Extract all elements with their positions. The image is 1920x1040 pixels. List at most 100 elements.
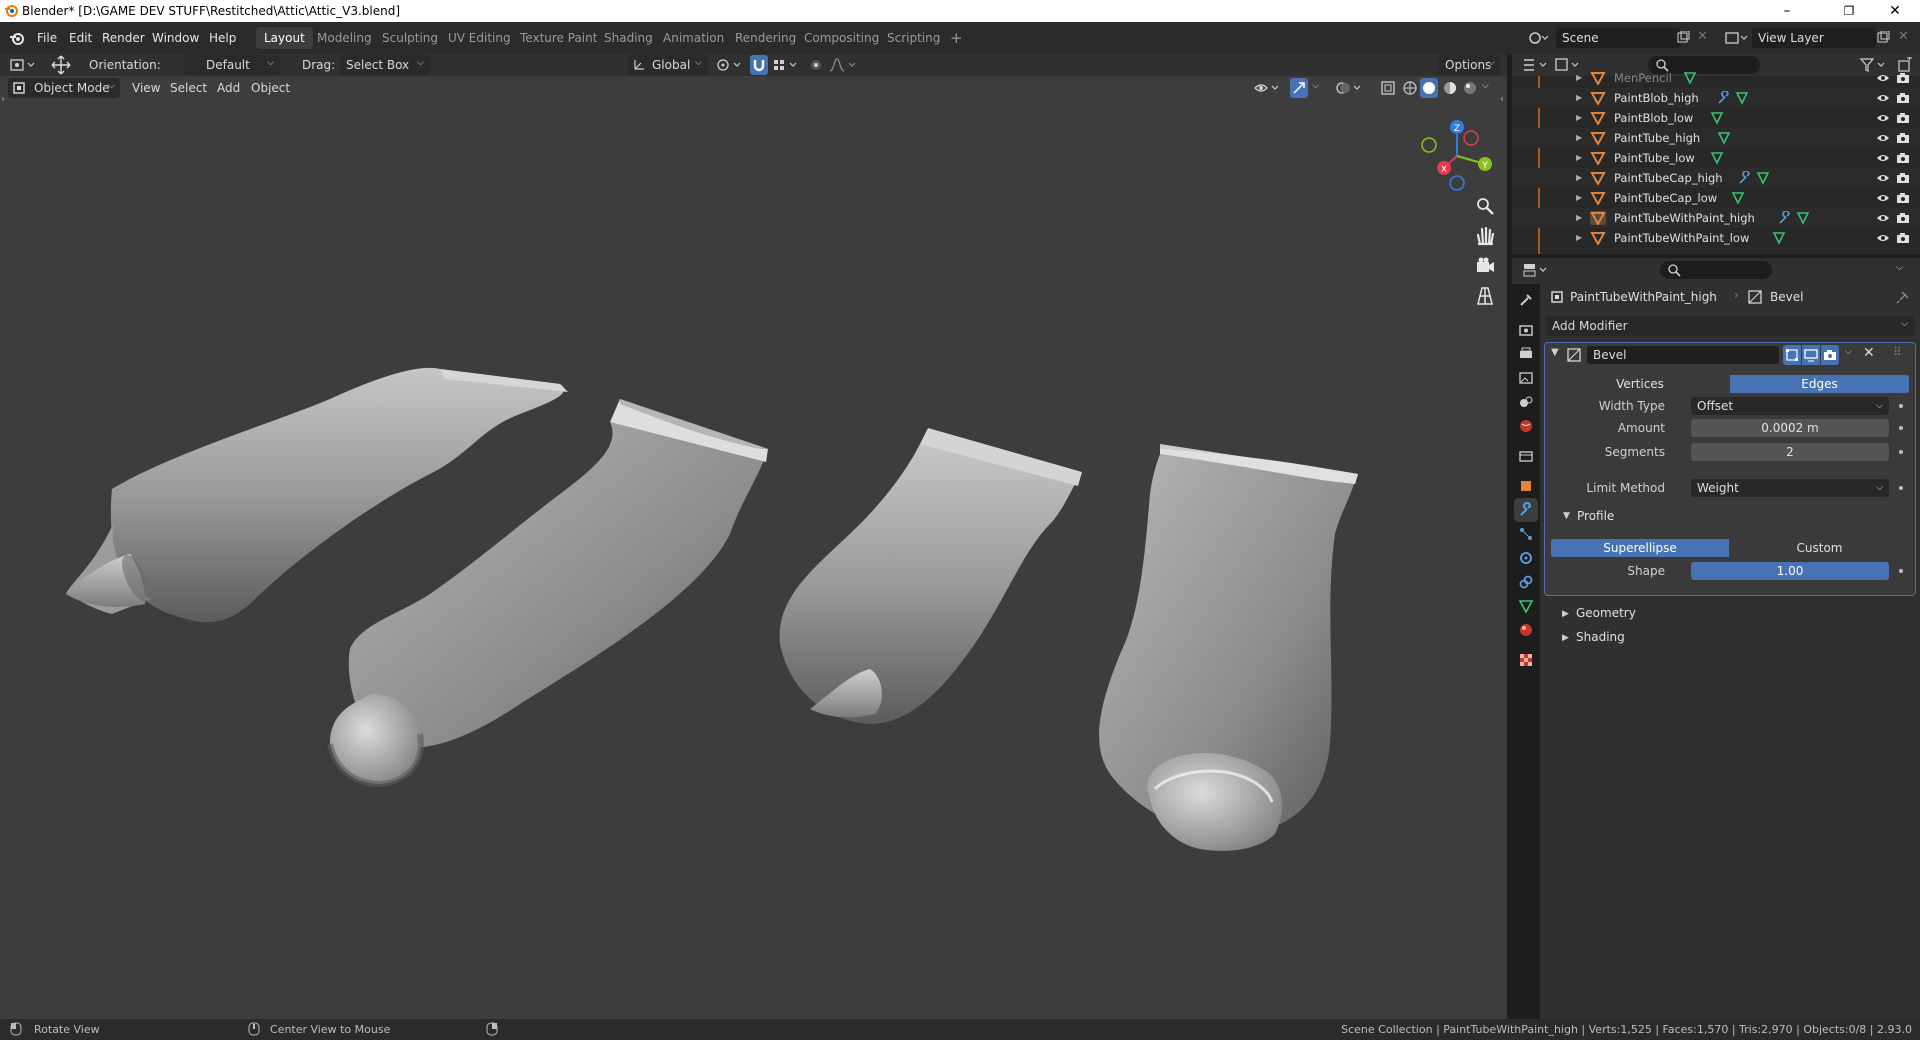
profile-superellipse-button[interactable]: Superellipse	[1551, 539, 1729, 557]
wrench-icon[interactable]	[1738, 170, 1752, 185]
mesh-painttube-3[interactable]	[779, 428, 1082, 724]
outliner-row[interactable]: ▶ MenPencil	[1512, 68, 1920, 88]
render-camera-icon[interactable]	[1896, 171, 1910, 185]
shape-slider[interactable]: 1.00	[1691, 562, 1889, 580]
remove-modifier-icon[interactable]: ✕	[1863, 345, 1875, 361]
scene-selector-icon[interactable]	[1528, 30, 1552, 46]
amount-field[interactable]: 0.0002 m	[1691, 419, 1889, 437]
tab-scripting[interactable]: Scripting	[879, 27, 948, 49]
drag-handle-icon[interactable]: ⠿	[1893, 345, 1902, 359]
tab-modifiers[interactable]	[1514, 498, 1538, 522]
expand-arrow-icon[interactable]: ▶	[1576, 208, 1582, 228]
menu-edit[interactable]: Edit	[64, 29, 97, 47]
affect-edges-button[interactable]: Edges	[1730, 375, 1909, 393]
keyframe-dot[interactable]	[1899, 404, 1903, 408]
tab-texture[interactable]	[1514, 648, 1538, 672]
collapse-arrow-icon[interactable]: ▼	[1551, 347, 1559, 358]
eye-icon[interactable]	[1876, 232, 1890, 244]
render-toggle[interactable]	[1821, 345, 1839, 365]
keyframe-dot[interactable]	[1899, 486, 1903, 490]
view-layer-selector-icon[interactable]	[1724, 30, 1750, 46]
expand-arrow-icon[interactable]: ▶	[1576, 188, 1582, 208]
segments-field[interactable]: 2	[1691, 443, 1889, 461]
view-layer-field[interactable]: View Layer	[1752, 28, 1876, 48]
tab-scene[interactable]	[1514, 390, 1538, 414]
chevron-down-icon[interactable]: ⌵	[1896, 263, 1903, 273]
mesh-data-icon[interactable]	[1683, 71, 1697, 85]
keyframe-dot[interactable]	[1899, 426, 1903, 430]
eye-icon[interactable]	[1876, 72, 1890, 84]
geometry-expand-icon[interactable]: ▶	[1562, 609, 1569, 619]
3d-viewport[interactable]: Orientation: Default ⌵ Drag: Select Box …	[0, 54, 1507, 1019]
mesh-data-icon[interactable]	[1710, 151, 1724, 165]
tab-rendering[interactable]: Rendering	[727, 27, 804, 49]
new-view-layer-icon[interactable]	[1876, 31, 1890, 45]
render-camera-icon[interactable]	[1896, 111, 1910, 125]
delete-scene-icon[interactable]: ✕	[1697, 29, 1708, 44]
profile-custom-button[interactable]: Custom	[1730, 539, 1909, 557]
tab-material[interactable]	[1514, 618, 1538, 642]
render-camera-icon[interactable]	[1896, 211, 1910, 225]
menu-render[interactable]: Render	[97, 29, 150, 47]
tab-modeling[interactable]: Modeling	[309, 27, 380, 49]
outliner-row[interactable]: ▶ PaintBlob_low	[1512, 108, 1920, 128]
properties-search-input[interactable]	[1660, 261, 1772, 279]
render-camera-icon[interactable]	[1896, 131, 1910, 145]
tab-shading[interactable]: Shading	[596, 27, 661, 49]
add-modifier-dropdown[interactable]: Add Modifier ⌵	[1546, 316, 1914, 336]
blender-menu-icon[interactable]	[9, 30, 25, 46]
mesh-data-icon[interactable]	[1772, 231, 1786, 245]
eye-icon[interactable]	[1876, 152, 1890, 164]
add-workspace-button[interactable]: +	[942, 27, 971, 49]
keyframe-dot[interactable]	[1899, 569, 1903, 573]
edit-mode-toggle[interactable]	[1783, 345, 1801, 365]
tab-uv-editing[interactable]: UV Editing	[440, 27, 519, 49]
tab-tool[interactable]	[1514, 288, 1538, 312]
profile-section-header[interactable]: Profile	[1577, 509, 1614, 523]
render-camera-icon[interactable]	[1896, 151, 1910, 165]
expand-arrow-icon[interactable]: ▶	[1576, 68, 1582, 88]
new-scene-icon[interactable]	[1676, 31, 1690, 45]
tab-layout[interactable]: Layout	[256, 27, 313, 49]
menu-window[interactable]: Window	[147, 29, 204, 47]
affect-vertices-button[interactable]: Vertices	[1551, 375, 1729, 393]
tab-texture-paint[interactable]: Texture Paint	[512, 27, 605, 49]
keyframe-dot[interactable]	[1899, 450, 1903, 454]
outliner-row[interactable]: ▶ PaintBlob_high	[1512, 88, 1920, 108]
mesh-data-icon[interactable]	[1735, 91, 1749, 105]
mesh-data-icon[interactable]	[1717, 131, 1731, 145]
tab-physics[interactable]	[1514, 546, 1538, 570]
expand-arrow-icon[interactable]: ▶	[1576, 108, 1582, 128]
scene-name-field[interactable]: Scene	[1556, 28, 1680, 48]
tab-object[interactable]	[1514, 474, 1538, 498]
eye-icon[interactable]	[1876, 112, 1890, 124]
menu-file[interactable]: File	[32, 29, 62, 47]
render-camera-icon[interactable]	[1896, 231, 1910, 245]
tab-compositing[interactable]: Compositing	[796, 27, 887, 49]
limit-method-dropdown[interactable]: Weight ⌵	[1691, 479, 1889, 497]
viewport-toggle[interactable]	[1802, 345, 1820, 365]
expand-arrow-icon[interactable]: ▶	[1576, 168, 1582, 188]
eye-icon[interactable]	[1876, 192, 1890, 204]
mesh-data-icon[interactable]	[1731, 191, 1745, 205]
shading-section-header[interactable]: Shading	[1576, 630, 1625, 644]
menu-help[interactable]: Help	[204, 29, 241, 47]
width-type-dropdown[interactable]: Offset ⌵	[1691, 397, 1889, 415]
tab-world[interactable]	[1514, 414, 1538, 438]
profile-expand-icon[interactable]: ▼	[1563, 511, 1570, 521]
tab-collection[interactable]	[1514, 444, 1538, 468]
geometry-section-header[interactable]: Geometry	[1576, 606, 1636, 620]
close-button[interactable]: ✕	[1872, 0, 1918, 22]
outliner-row[interactable]: ▶ PaintTubeWithPaint_high	[1512, 208, 1920, 228]
eye-icon[interactable]	[1876, 92, 1890, 104]
wrench-icon[interactable]	[1778, 210, 1792, 225]
pin-icon[interactable]	[1896, 290, 1910, 304]
render-camera-icon[interactable]	[1896, 71, 1910, 85]
modifier-name-field[interactable]: Bevel	[1587, 346, 1779, 364]
outliner-row[interactable]: ▶ PaintTubeCap_low	[1512, 188, 1920, 208]
chevron-down-icon[interactable]: ⌵	[1845, 347, 1852, 357]
mesh-painttube-4[interactable]	[1099, 444, 1358, 851]
tab-view-layer[interactable]	[1514, 366, 1538, 390]
tab-particles[interactable]	[1514, 522, 1538, 546]
tab-render[interactable]	[1514, 318, 1538, 342]
